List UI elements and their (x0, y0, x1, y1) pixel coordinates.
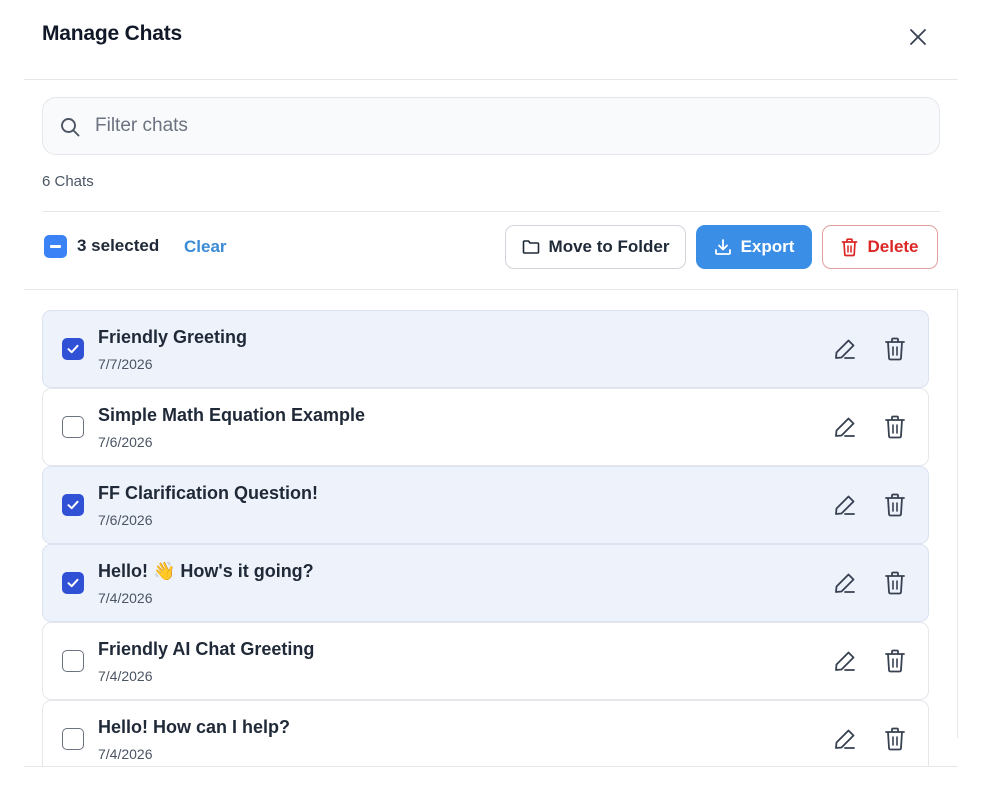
edit-chat-button[interactable] (832, 726, 858, 752)
trash-icon (885, 649, 905, 673)
trash-icon (842, 237, 858, 256)
edit-icon (835, 495, 855, 515)
edit-chat-button[interactable] (832, 648, 858, 674)
chat-title: Hello! 👋 How's it going? (98, 561, 314, 581)
search-box[interactable] (42, 97, 940, 155)
chat-row-checkbox[interactable] (62, 494, 84, 516)
footer-divider (24, 766, 958, 767)
chat-list[interactable]: Friendly Greeting 7/7/2026 Simple Math Equ… (24, 290, 958, 767)
chat-title: Friendly AI Chat Greeting (98, 639, 315, 659)
trash-icon (885, 493, 905, 517)
toolbar-divider (42, 211, 940, 212)
selected-count: 3 selected (77, 236, 160, 255)
check-icon (67, 344, 79, 354)
scrollbar[interactable] (957, 290, 958, 738)
edit-chat-button[interactable] (832, 414, 858, 440)
edit-icon (835, 573, 855, 593)
chat-title: Simple Math Equation Example (98, 405, 366, 425)
edit-chat-button[interactable] (832, 336, 858, 362)
chat-row-checkbox[interactable] (62, 416, 84, 438)
chat-row[interactable]: Friendly AI Chat Greeting 7/4/2026 (42, 622, 929, 700)
delete-chat-button[interactable] (882, 726, 908, 752)
export-button[interactable]: Export (696, 225, 812, 269)
chat-row[interactable]: Hello! 👋 How's it going? 7/4/2026 (42, 544, 929, 622)
chat-row-checkbox[interactable] (62, 650, 84, 672)
delete-chat-button[interactable] (882, 336, 908, 362)
edit-icon (835, 339, 855, 359)
chat-date: 7/6/2026 (98, 434, 153, 450)
chat-date: 7/4/2026 (98, 746, 153, 762)
header-divider (24, 79, 958, 80)
edit-chat-button[interactable] (832, 492, 858, 518)
trash-icon (885, 337, 905, 361)
chat-title: Hello! How can I help? (98, 717, 291, 737)
chat-title: FF Clarification Question! (98, 483, 319, 503)
folder-icon (522, 240, 539, 254)
delete-selected-button[interactable]: Delete (822, 225, 938, 269)
delete-chat-button[interactable] (882, 648, 908, 674)
move-to-folder-button[interactable]: Move to Folder (505, 225, 686, 269)
chat-row[interactable]: Simple Math Equation Example 7/6/2026 (42, 388, 929, 466)
clear-selection-button[interactable]: Clear (184, 237, 227, 257)
chat-count: 6 Chats (42, 173, 94, 190)
delete-chat-button[interactable] (882, 414, 908, 440)
chat-row[interactable]: Friendly Greeting 7/7/2026 (42, 310, 929, 388)
check-icon (67, 500, 79, 510)
chat-title: Friendly Greeting (98, 327, 248, 347)
check-icon (67, 578, 79, 588)
search-icon (61, 118, 80, 137)
trash-icon (885, 571, 905, 595)
chat-row[interactable]: FF Clarification Question! 7/6/2026 (42, 466, 929, 544)
chat-row-checkbox[interactable] (62, 728, 84, 750)
delete-label: Delete (867, 237, 919, 256)
trash-icon (885, 727, 905, 751)
close-button[interactable] (904, 23, 932, 51)
chat-row-checkbox[interactable] (62, 338, 84, 360)
download-icon (714, 239, 731, 255)
close-icon (910, 29, 926, 45)
delete-chat-button[interactable] (882, 570, 908, 596)
edit-icon (835, 417, 855, 437)
chat-date: 7/6/2026 (98, 512, 153, 528)
edit-icon (835, 729, 855, 749)
search-input[interactable] (93, 98, 923, 154)
delete-chat-button[interactable] (882, 492, 908, 518)
edit-chat-button[interactable] (832, 570, 858, 596)
dialog-title: Manage Chats (42, 22, 182, 45)
chat-date: 7/4/2026 (98, 668, 153, 684)
export-label: Export (740, 237, 795, 256)
chat-row-checkbox[interactable] (62, 572, 84, 594)
chat-date: 7/4/2026 (98, 590, 153, 606)
edit-icon (835, 651, 855, 671)
select-all-checkbox[interactable] (44, 235, 67, 258)
move-to-folder-label: Move to Folder (548, 237, 670, 256)
chat-row[interactable]: Hello! How can I help? 7/4/2026 (42, 700, 929, 767)
trash-icon (885, 415, 905, 439)
chat-date: 7/7/2026 (98, 356, 153, 372)
